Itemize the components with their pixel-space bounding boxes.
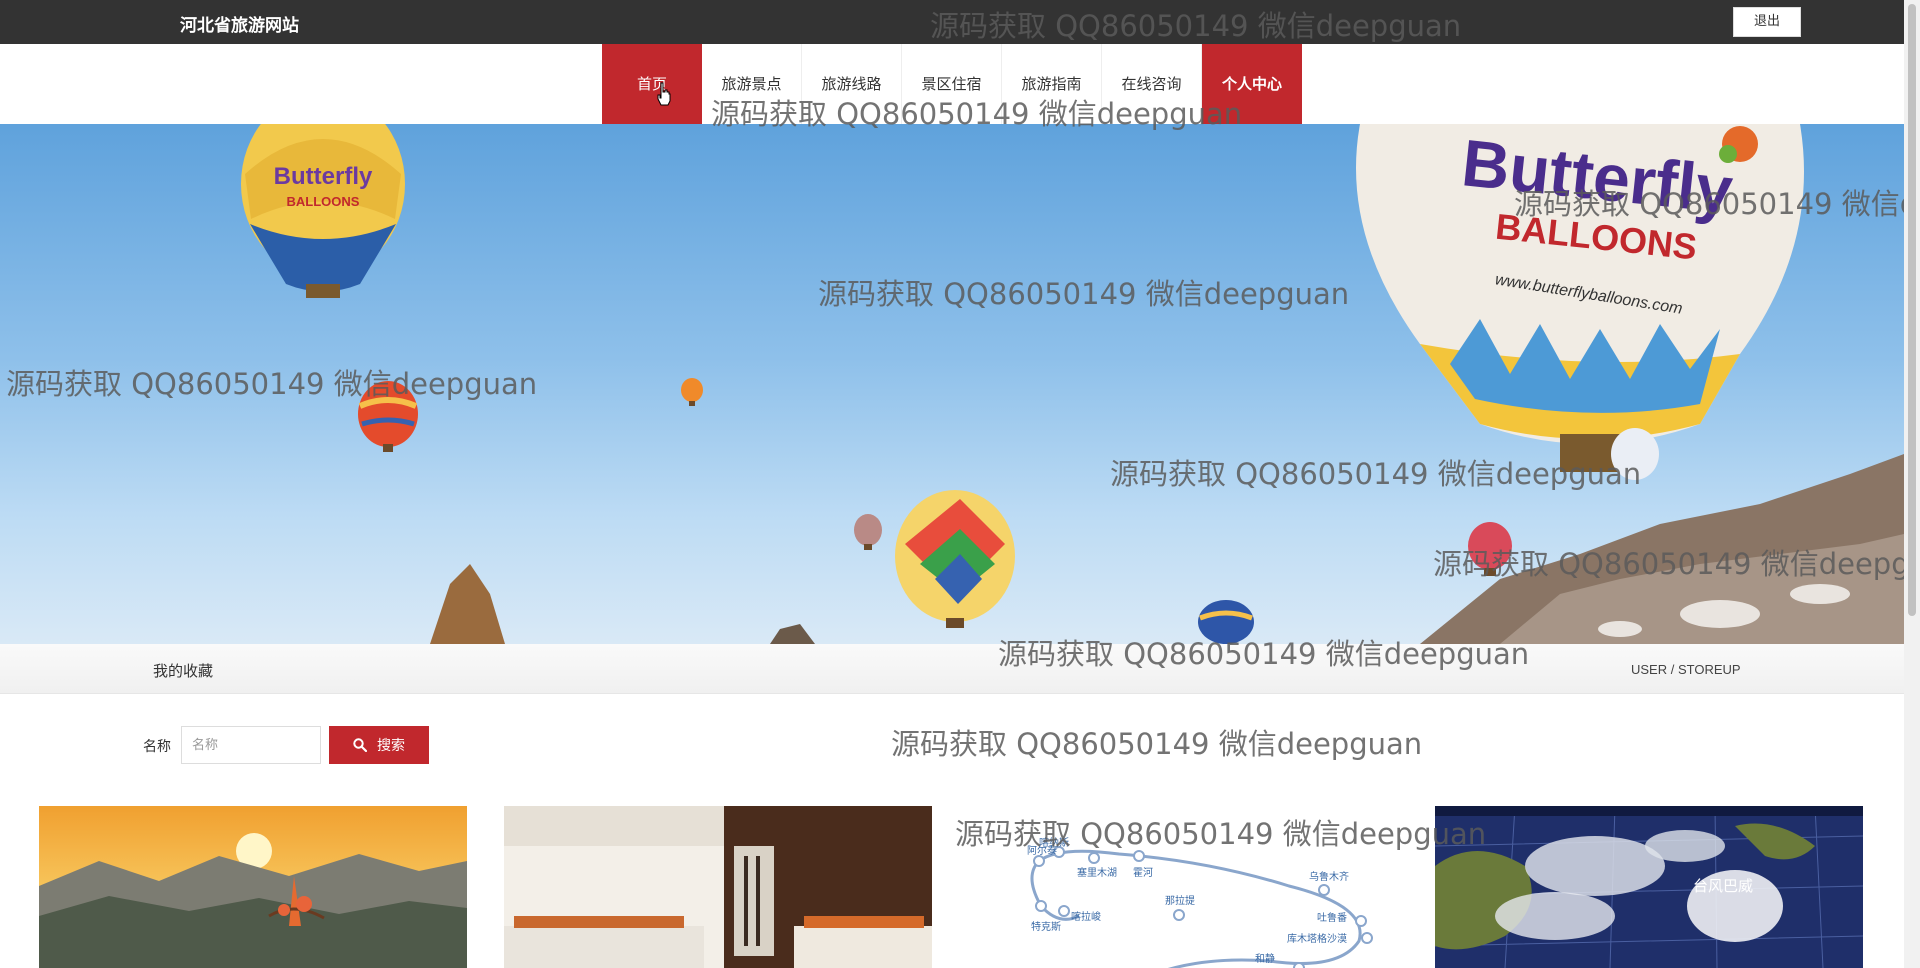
nav-item-personal-center[interactable]: 个人中心	[1202, 44, 1302, 124]
balloon-small-red	[358, 381, 418, 452]
search-label: 名称	[143, 739, 171, 755]
card-image-satellite: 台风巴威	[1435, 806, 1863, 968]
search-input[interactable]	[181, 726, 321, 764]
search-button[interactable]: 搜索	[329, 726, 429, 764]
main-nav: 首页 旅游景点 旅游线路 景区住宿 旅游指南 在线咨询 个人中心	[0, 44, 1904, 124]
svg-text:喀拉峻: 喀拉峻	[1071, 910, 1101, 923]
logout-button[interactable]: 退出	[1733, 7, 1801, 37]
nav-item-consult[interactable]: 在线咨询	[1102, 44, 1202, 124]
svg-text:喀纳斯: 喀纳斯	[1039, 836, 1069, 849]
balloon-left-large: Butterfly BALLOONS	[241, 124, 405, 298]
svg-text:Butterfly: Butterfly	[274, 163, 373, 190]
section-bar: 我的收藏 USER / STOREUP	[0, 644, 1904, 694]
svg-text:BALLOONS: BALLOONS	[287, 194, 360, 209]
balloons-illustration: Butterfly BALLOONS Butterfly BALLOONS ww…	[241, 124, 1904, 644]
balloon-tiny-center	[681, 378, 703, 406]
search-icon	[353, 738, 367, 752]
scrollbar-thumb[interactable]	[1908, 4, 1916, 616]
balloon-small-grey	[854, 514, 882, 550]
svg-text:塞里木湖: 塞里木湖	[1077, 866, 1117, 879]
nav-item-routes[interactable]: 旅游线路	[802, 44, 902, 124]
watermark: 源码获取 QQ86050149 微信deepguan	[891, 727, 1423, 761]
svg-text:那拉提: 那拉提	[1165, 894, 1195, 907]
balloon-blue-bottom	[1198, 600, 1254, 644]
hero-banner: Butterfly BALLOONS Butterfly BALLOONS ww…	[0, 124, 1904, 644]
svg-text:台风巴威: 台风巴威	[1693, 877, 1753, 895]
search-button-label: 搜索	[377, 737, 405, 753]
nav-item-home[interactable]: 首页	[602, 44, 702, 124]
top-bar: 河北省旅游网站 退出	[0, 0, 1904, 44]
svg-text:霍河: 霍河	[1133, 867, 1153, 879]
favorite-card-hotel[interactable]	[504, 806, 932, 968]
page-scrollbar[interactable]	[1904, 0, 1920, 968]
section-title: 我的收藏	[153, 662, 214, 680]
nav-item-attractions[interactable]: 旅游景点	[702, 44, 802, 124]
svg-text:和静: 和静	[1255, 952, 1275, 965]
favorite-card-satellite[interactable]: 台风巴威	[1435, 806, 1863, 968]
favorite-card-sunset[interactable]	[39, 806, 467, 968]
nav-item-lodging[interactable]: 景区住宿	[902, 44, 1002, 124]
nav-item-guide[interactable]: 旅游指南	[1002, 44, 1102, 124]
balloon-pink-right	[1468, 522, 1512, 576]
page: 河北省旅游网站 退出 首页 旅游景点 旅游线路 景区住宿 旅游指南 在线咨询 个…	[0, 0, 1920, 968]
mouse-cursor-icon	[657, 82, 671, 106]
svg-text:吐鲁番: 吐鲁番	[1317, 911, 1347, 924]
svg-text:乌鲁木齐: 乌鲁木齐	[1309, 870, 1349, 883]
card-image-hotel	[504, 806, 932, 968]
card-image-sunset	[39, 806, 467, 968]
section-path: USER / STOREUP	[1631, 662, 1741, 677]
favorite-card-route-map[interactable]: 阿尔泰 塞里木湖 霍河 乌鲁木齐 特克斯 喀拉峻 那拉提 吐鲁番 库木塔格沙漠 …	[969, 806, 1397, 968]
card-image-route-map: 阿尔泰 塞里木湖 霍河 乌鲁木齐 特克斯 喀拉峻 那拉提 吐鲁番 库木塔格沙漠 …	[969, 806, 1397, 968]
svg-text:特克斯: 特克斯	[1031, 920, 1061, 933]
svg-text:库木塔格沙漠: 库木塔格沙漠	[1287, 932, 1347, 945]
site-title[interactable]: 河北省旅游网站	[180, 11, 299, 36]
balloon-rainbow	[895, 490, 1015, 628]
balloon-right-large: Butterfly BALLOONS www.butterflyballoons…	[1356, 124, 1804, 480]
